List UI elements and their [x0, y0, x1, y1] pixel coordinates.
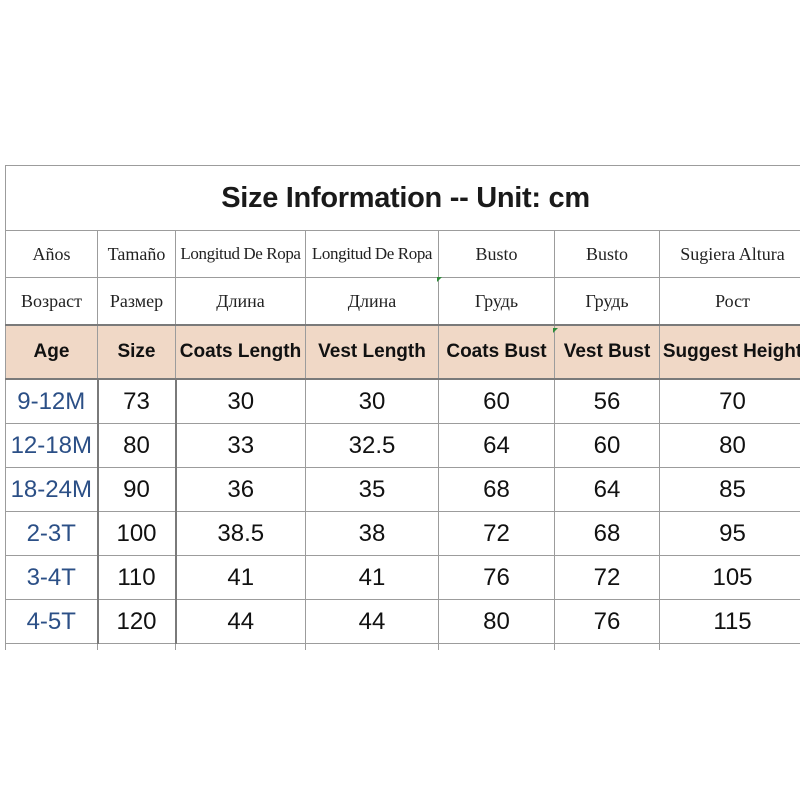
header-suggest-height: Suggest Height	[658, 324, 800, 380]
cell-size: 100	[96, 511, 177, 556]
spanish-label-vest-length: Longitud De Ropa	[305, 230, 439, 278]
cell-vest-bust: 56	[554, 378, 660, 424]
table-row: 18-24M 90 36 35 68 64 85	[5, 467, 800, 512]
cell-vest-bust: 64	[554, 467, 660, 512]
cell-vest-length: 41	[305, 555, 439, 600]
cell-comment-marker	[553, 328, 558, 333]
header-vest-length: Vest Length	[305, 324, 439, 380]
header-age: Age	[5, 324, 98, 380]
cell-vest-bust: 60	[554, 423, 660, 468]
cell-suggest-height: 115	[658, 599, 800, 644]
russian-label-vest-length: Длина	[305, 277, 439, 326]
cell-coats-length: 41	[175, 555, 306, 600]
cell-size: 120	[96, 599, 177, 644]
cell-size: 110	[96, 555, 177, 600]
cell-vest-bust: 72	[554, 555, 660, 600]
cell-coats-bust: 80	[438, 599, 555, 644]
russian-label-age: Возраст	[5, 277, 98, 326]
russian-label-height: Рост	[658, 277, 800, 326]
russian-label-size: Размер	[97, 277, 176, 326]
cell-age: 12-18M	[5, 423, 98, 468]
header-vest-bust: Vest Bust	[554, 324, 660, 380]
spanish-label-row: Años Tamaño Longitud De Ropa Longitud De…	[5, 230, 800, 278]
header-coats-length: Coats Length	[175, 324, 306, 380]
spanish-label-vest-bust: Busto	[554, 230, 660, 278]
russian-label-coats-bust: Грудь	[438, 277, 555, 326]
cell-suggest-height: 85	[658, 467, 800, 512]
cell-age: 3-4T	[5, 555, 98, 600]
spanish-label-coats-length: Longitud De Ropa	[175, 230, 306, 278]
cell-size: 90	[96, 467, 177, 512]
cell-size: 80	[96, 423, 177, 468]
spanish-label-size: Tamaño	[97, 230, 176, 278]
cell-coats-bust: 68	[438, 467, 555, 512]
cell-coats-length: 38.5	[175, 511, 306, 556]
size-information-table: Size Information -- Unit: cm Años Tamaño…	[4, 165, 800, 650]
cell-coats-bust: 64	[438, 423, 555, 468]
cell-vest-length: 38	[305, 511, 439, 556]
spanish-label-age: Años	[5, 230, 98, 278]
russian-label-coats-length: Длина	[175, 277, 306, 326]
table-row: 2-3T 100 38.5 38 72 68 95	[5, 511, 800, 556]
table-row: 4-5T 120 44 44 80 76 115	[5, 599, 800, 644]
spanish-label-height: Sugiera Altura	[658, 230, 800, 278]
header-coats-bust: Coats Bust	[438, 324, 555, 380]
cell-coats-bust: 72	[438, 511, 555, 556]
cell-vest-length: 30	[305, 378, 439, 424]
cell-age: 2-3T	[5, 511, 98, 556]
cell-coats-length: 30	[175, 378, 306, 424]
cell-coats-bust: 76	[438, 555, 555, 600]
cell-age: 18-24M	[5, 467, 98, 512]
table-title: Size Information -- Unit: cm	[4, 165, 800, 231]
cell-age: 4-5T	[5, 599, 98, 644]
table-row: 12-18M 80 33 32.5 64 60 80	[5, 423, 800, 468]
cell-suggest-height: 80	[658, 423, 800, 468]
cell-vest-length: 35	[305, 467, 439, 512]
cell-suggest-height: 105	[658, 555, 800, 600]
table-row: 3-4T 110 41 41 76 72 105	[5, 555, 800, 600]
cell-vest-bust: 76	[554, 599, 660, 644]
column-header-row: Age Size Coats Length Vest Length Coats …	[5, 324, 800, 380]
cell-vest-length: 32.5	[305, 423, 439, 468]
spanish-label-coats-bust: Busto	[438, 230, 555, 278]
cell-suggest-height: 95	[658, 511, 800, 556]
table-tail	[5, 643, 800, 650]
cell-comment-marker	[437, 277, 442, 282]
cell-vest-bust: 68	[554, 511, 660, 556]
cell-size: 73	[96, 378, 177, 424]
cell-coats-length: 33	[175, 423, 306, 468]
russian-label-row: Возраст Размер Длина Длина Грудь Грудь Р…	[5, 277, 800, 326]
cell-age: 9-12M	[5, 378, 98, 424]
cell-coats-length: 36	[175, 467, 306, 512]
table-row: 9-12M 73 30 30 60 56 70	[5, 378, 800, 424]
cell-vest-length: 44	[305, 599, 439, 644]
header-size: Size	[97, 324, 176, 380]
cell-coats-bust: 60	[438, 378, 555, 424]
russian-label-vest-bust: Грудь	[554, 277, 660, 326]
cell-coats-length: 44	[175, 599, 306, 644]
cell-suggest-height: 70	[658, 378, 800, 424]
